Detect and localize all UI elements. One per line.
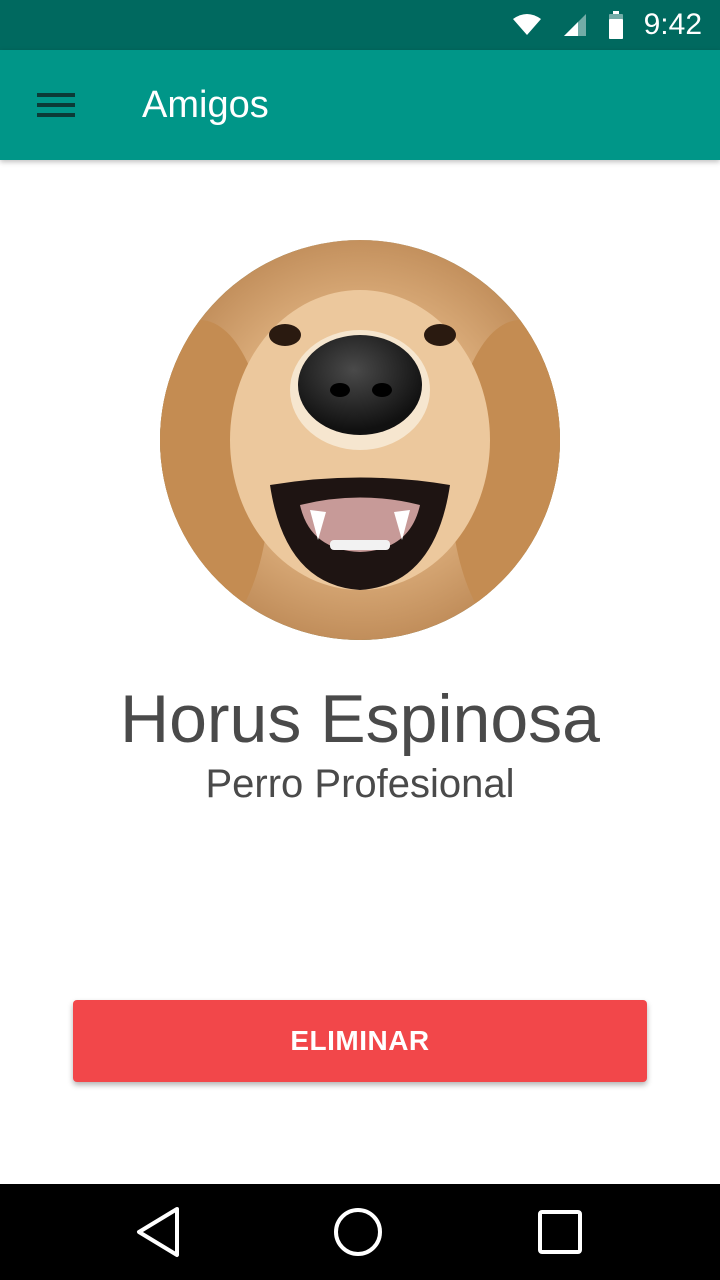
- navigation-bar: [0, 1184, 720, 1280]
- recents-icon: [538, 1210, 582, 1254]
- recents-button[interactable]: [512, 1198, 608, 1266]
- delete-button[interactable]: ELIMINAR: [73, 1000, 647, 1082]
- status-icons: 9:42: [512, 0, 702, 50]
- profile-subtitle: Perro Profesional: [205, 762, 515, 806]
- cell-signal-icon: [563, 14, 586, 36]
- battery-icon: [608, 11, 623, 39]
- app-bar: Amigos: [0, 50, 720, 160]
- clock: 9:42: [643, 8, 702, 41]
- avatar: [160, 240, 560, 640]
- menu-button[interactable]: [24, 80, 88, 130]
- golden-retriever-photo: [160, 240, 560, 640]
- page-title: Amigos: [142, 84, 269, 126]
- home-button[interactable]: [310, 1198, 406, 1266]
- hamburger-menu-icon: [37, 93, 75, 117]
- profile-name: Horus Espinosa: [119, 681, 601, 757]
- back-icon: [137, 1207, 179, 1257]
- home-icon: [334, 1208, 382, 1256]
- wifi-icon: [512, 14, 541, 35]
- back-button[interactable]: [110, 1198, 206, 1266]
- status-bar: 9:42: [0, 0, 720, 50]
